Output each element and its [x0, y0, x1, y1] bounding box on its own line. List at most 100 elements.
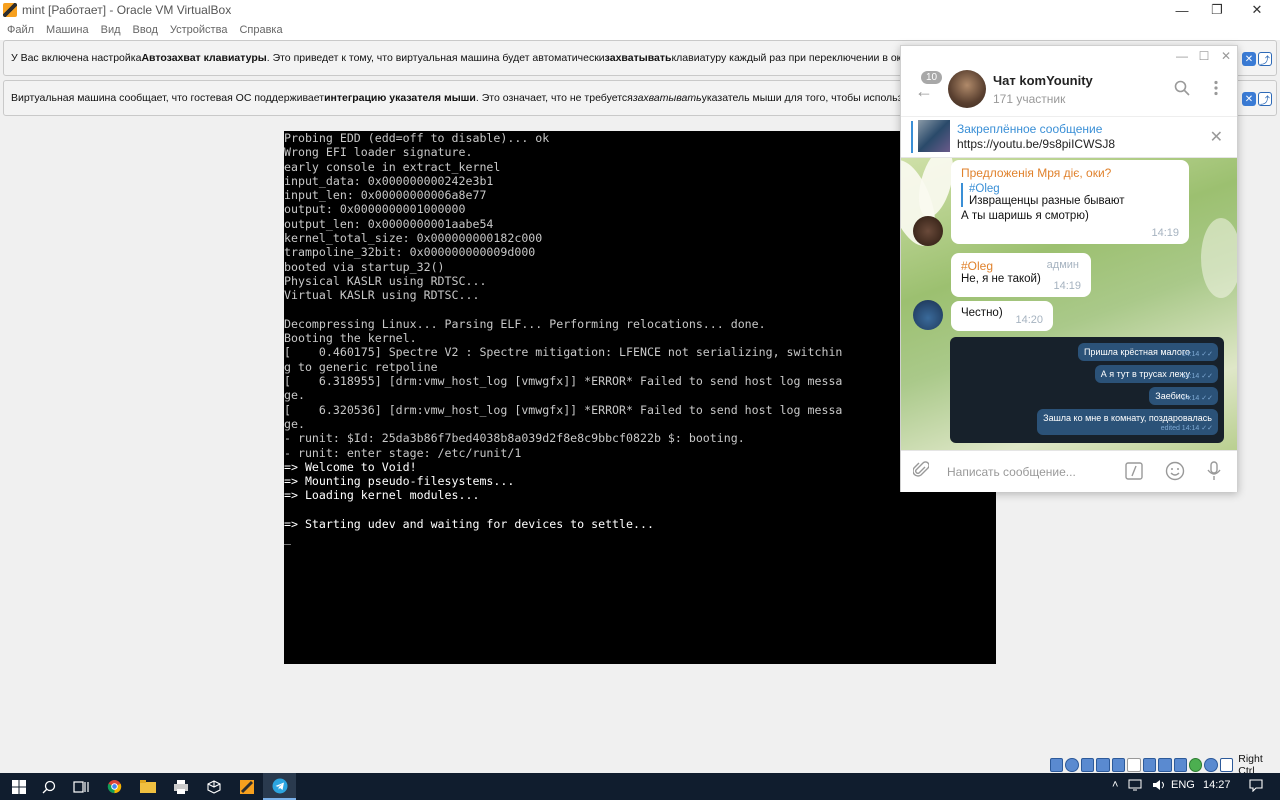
message-bubble[interactable]: Предложенія Мря діє, оки? #Oleg Извращен…: [951, 160, 1189, 244]
host-key-icon: [1219, 758, 1234, 772]
forwarded-time: 14:14 ✓✓: [1181, 395, 1213, 402]
notice-text: . Это приведет к тому, что виртуальная м…: [266, 52, 605, 64]
forwarded-time: edited 14:14 ✓✓: [1160, 425, 1213, 432]
forwarded-time: 14:14 ✓✓: [1181, 351, 1213, 358]
file-explorer-icon[interactable]: [131, 773, 164, 800]
virtualbox-taskbar-icon[interactable]: [230, 773, 263, 800]
shared-folders-icon[interactable]: [1127, 758, 1141, 772]
forwarded-screenshot[interactable]: Пришла крёстная малого 14:14 ✓✓ А я тут в…: [950, 337, 1224, 443]
console-output: Probing EDD (edd=off to disable)... ok W…: [284, 131, 996, 546]
video-capture-icon[interactable]: [1158, 758, 1172, 772]
network-tray-icon[interactable]: [1128, 779, 1142, 794]
close-button[interactable]: ✕: [1238, 0, 1276, 20]
mouse-integration-icon[interactable]: [1204, 758, 1218, 772]
chat-title[interactable]: Чат komYounity: [993, 73, 1093, 88]
bot-commands-icon[interactable]: [1125, 462, 1143, 485]
window-title: mint [Работает] - Oracle VM VirtualBox: [22, 3, 232, 17]
message-bubble[interactable]: #Oleg админ Не, я не такой) 14:19: [951, 253, 1091, 297]
forwarded-message: А я тут в трусах лежу 14:14 ✓✓: [1094, 365, 1218, 383]
chat-messages-area[interactable]: Предложенія Мря діє, оки? #Oleg Извращен…: [901, 158, 1237, 450]
notice-bold: интеграцию указателя мыши: [324, 92, 476, 104]
network-icon[interactable]: [1096, 758, 1110, 772]
vm-display[interactable]: Probing EDD (edd=off to disable)... ok W…: [284, 131, 996, 664]
pinned-message[interactable]: Закреплённое сообщение https://youtu.be/…: [901, 116, 1237, 158]
menu-devices[interactable]: Устройства: [170, 24, 228, 36]
volume-tray-icon[interactable]: [1152, 779, 1166, 794]
menu-machine[interactable]: Машина: [46, 24, 89, 36]
menu-help[interactable]: Справка: [239, 24, 282, 36]
notice-close-icon[interactable]: ✕: [1242, 92, 1256, 106]
menu-view[interactable]: Вид: [101, 24, 121, 36]
notice-dont-show-icon[interactable]: ⤴: [1258, 52, 1272, 67]
attach-icon[interactable]: [912, 461, 930, 484]
task-view-icon[interactable]: [64, 773, 97, 800]
reply-text: Извращенцы разные бывают: [969, 195, 1125, 207]
chat-header: ← 10 Чат komYounity 171 участник: [901, 66, 1237, 116]
search-icon[interactable]: [32, 773, 65, 800]
clock[interactable]: 14:27: [1203, 779, 1231, 791]
cube-app-icon[interactable]: [197, 773, 230, 800]
user-avatar[interactable]: [913, 300, 943, 330]
notice-bold: Автозахват клавиатуры: [141, 52, 267, 64]
notice-dont-show-icon[interactable]: ⤴: [1258, 92, 1272, 107]
hard-disk-icon[interactable]: [1050, 758, 1064, 772]
notice-italic: захватывать: [632, 92, 702, 104]
optical-drive-icon[interactable]: [1065, 758, 1079, 772]
pinned-url: https://youtu.be/9s8piICWSJ8: [957, 137, 1116, 151]
forwarded-message: Пришла крёстная малого 14:14 ✓✓: [1077, 343, 1218, 361]
telegram-close-button[interactable]: ✕: [1215, 49, 1237, 63]
tray-expand-icon[interactable]: ˄: [1112, 779, 1118, 791]
search-icon[interactable]: [1174, 80, 1190, 101]
chat-avatar[interactable]: [948, 70, 986, 108]
language-indicator[interactable]: ENG: [1171, 779, 1195, 791]
notice-bold: захватывать: [604, 52, 672, 64]
close-pinned-icon[interactable]: ✕: [1210, 127, 1223, 147]
chat-members-count: 171 участник: [993, 92, 1066, 106]
telegram-maximize-button[interactable]: ☐: [1193, 49, 1215, 63]
notice-text: клавиатуру каждый раз при переключении в…: [671, 52, 932, 64]
telegram-window: — ☐ ✕ ← 10 Чат komYounity 171 участник З…: [900, 45, 1238, 492]
menu-file[interactable]: Файл: [7, 24, 34, 36]
console-boot-log: Probing EDD (edd=off to disable)... ok W…: [284, 131, 843, 460]
message-time: 14:19: [1151, 227, 1179, 239]
reply-quote[interactable]: #Oleg Извращенцы разные бывают: [961, 183, 1179, 207]
display-icon[interactable]: [1142, 758, 1157, 772]
message-time: 14:20: [1015, 314, 1043, 326]
minimize-button[interactable]: —: [1163, 0, 1201, 20]
telegram-titlebar: — ☐ ✕: [901, 46, 1237, 66]
telegram-taskbar-icon[interactable]: [263, 773, 296, 800]
cpu-activity-icon[interactable]: [1188, 758, 1203, 772]
message-input[interactable]: Написать сообщение...: [947, 465, 1076, 479]
wallpaper-flower: [1201, 218, 1237, 298]
forwarded-text: Зашла ко мне в комнату, поздаровалась: [1043, 413, 1212, 423]
printer-icon[interactable]: [164, 773, 197, 800]
forwarded-text: Пришла крёстная малого: [1083, 347, 1190, 357]
recording-icon[interactable]: [1173, 758, 1187, 772]
message-bubble[interactable]: Честно) 14:20: [951, 301, 1053, 331]
console-void-log: => Welcome to Void! => Mounting pseudo-f…: [284, 459, 654, 546]
notice-text: Виртуальная машина сообщает, что гостева…: [11, 92, 325, 104]
usb-icon[interactable]: [1111, 758, 1126, 772]
more-options-icon[interactable]: [1213, 80, 1219, 101]
chrome-icon[interactable]: [98, 773, 131, 800]
audio-icon[interactable]: [1080, 758, 1095, 772]
reply-author: #Oleg: [969, 183, 1000, 195]
start-button[interactable]: [2, 773, 35, 800]
back-arrow-icon[interactable]: ←: [915, 81, 933, 102]
notice-close-icon[interactable]: ✕: [1242, 52, 1256, 66]
notice-text: У Вас включена настройка: [11, 52, 142, 64]
message-author[interactable]: Предложенія Мря діє, оки?: [961, 166, 1179, 180]
notifications-icon[interactable]: [1249, 779, 1263, 795]
pinned-accent-bar: [911, 121, 913, 153]
user-avatar[interactable]: [913, 216, 943, 246]
pinned-title: Закреплённое сообщение: [957, 122, 1103, 136]
forwarded-text: А я тут в трусах лежу: [1100, 369, 1190, 379]
emoji-icon[interactable]: [1165, 461, 1185, 486]
forwarded-time: 14:14 ✓✓: [1181, 373, 1213, 380]
menu-input[interactable]: Ввод: [133, 24, 158, 36]
maximize-button[interactable]: ❐: [1198, 0, 1236, 20]
forwarded-message: Зашла ко мне в комнату, поздаровалась edi…: [1037, 409, 1218, 435]
forwarded-message: Заебись 14:14 ✓✓: [1149, 387, 1218, 405]
telegram-minimize-button[interactable]: —: [1171, 49, 1193, 63]
microphone-icon[interactable]: [1207, 461, 1221, 486]
